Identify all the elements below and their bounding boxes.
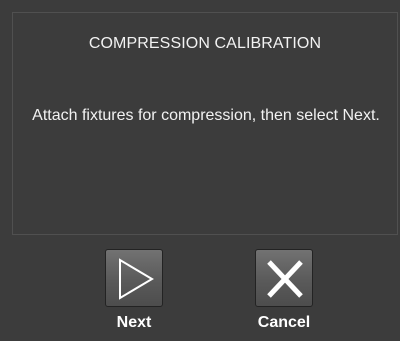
next-button-label: Next <box>116 314 152 331</box>
dialog-message: Attach fixtures for compression, then se… <box>32 107 380 124</box>
cancel-button[interactable]: Cancel <box>244 249 324 335</box>
message-panel: COMPRESSION CALIBRATION Attach fixtures … <box>12 12 398 235</box>
dialog-title: COMPRESSION CALIBRATION <box>88 35 322 52</box>
cancel-button-label: Cancel <box>257 314 311 331</box>
calibration-dialog: COMPRESSION CALIBRATION Attach fixtures … <box>0 0 400 341</box>
play-triangle-icon <box>119 258 154 300</box>
close-x-icon <box>267 260 303 298</box>
cancel-button-face[interactable] <box>255 249 313 307</box>
next-button[interactable]: Next <box>94 249 174 335</box>
next-button-face[interactable] <box>105 249 163 307</box>
